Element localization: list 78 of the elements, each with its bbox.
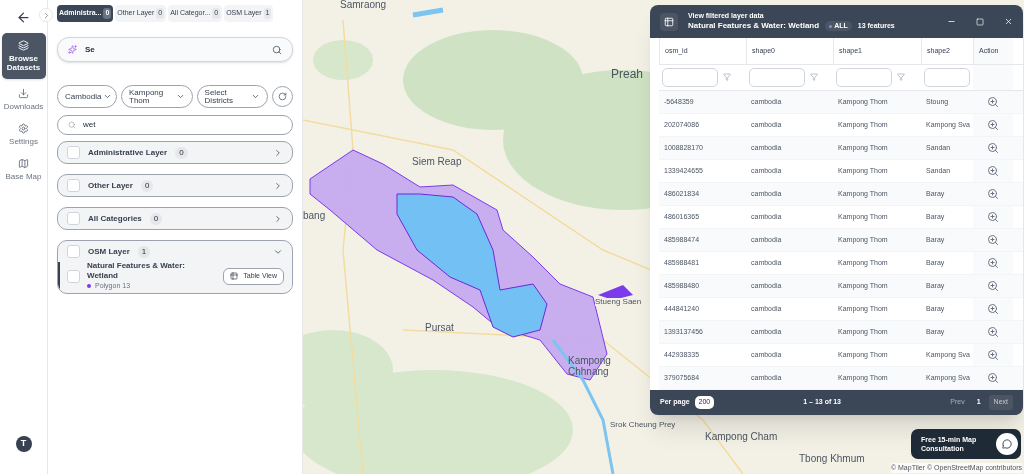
chat-button[interactable] xyxy=(996,433,1018,455)
count-badge: 1 xyxy=(137,245,151,258)
count-badge: 0 xyxy=(175,146,188,159)
layer-name: Natural Features & Water: Wetland xyxy=(87,260,186,281)
layer-group[interactable]: Administrative Layer 0 xyxy=(57,141,293,164)
group-label: Administrative Layer xyxy=(88,146,168,159)
search-field[interactable]: Se xyxy=(57,37,293,62)
place-label: Kampong Cham xyxy=(705,432,778,442)
checkbox[interactable] xyxy=(67,146,80,159)
close-icon[interactable] xyxy=(1004,17,1013,26)
chevron-icon[interactable] xyxy=(273,147,283,158)
expand-button[interactable] xyxy=(39,8,53,22)
refresh-icon xyxy=(278,92,288,101)
back-arrow-icon[interactable] xyxy=(16,10,31,25)
zoom-in-icon[interactable] xyxy=(987,372,999,384)
rail-label: Downloads xyxy=(3,102,44,111)
place-label: Srok Cheung Prey xyxy=(610,421,676,429)
group-label: All Categories xyxy=(88,212,142,225)
checkbox[interactable] xyxy=(67,179,80,192)
zoom-in-icon[interactable] xyxy=(987,165,999,177)
chevron-icon xyxy=(175,92,185,101)
place-label: Kampong xyxy=(568,356,611,366)
chevron-icon[interactable] xyxy=(273,180,283,191)
place-label: Chhnang xyxy=(568,367,609,377)
filter-input[interactable] xyxy=(924,67,970,87)
zoom-in-icon[interactable] xyxy=(987,96,999,108)
zoom-in-icon[interactable] xyxy=(987,119,999,131)
place-label: Tbong Khmum xyxy=(799,454,865,464)
place-label: bang xyxy=(303,211,326,221)
filter-input[interactable] xyxy=(836,67,892,87)
maximize-icon[interactable] xyxy=(976,17,984,26)
rail-item[interactable]: Browse Datasets xyxy=(1,33,46,79)
table-icon xyxy=(230,272,239,280)
place-label: Siem Reap xyxy=(412,157,462,167)
zoom-in-icon[interactable] xyxy=(987,349,999,361)
avatar[interactable]: T xyxy=(15,436,32,452)
count-badge: 0 xyxy=(149,212,163,225)
table-icon xyxy=(664,16,674,27)
zoom-in-icon[interactable] xyxy=(987,234,999,246)
rail-label: Browse Datasets xyxy=(5,54,42,72)
group-label: OSM Layer xyxy=(88,245,130,258)
sparkle-icon xyxy=(68,45,77,54)
checkbox[interactable] xyxy=(67,245,80,258)
rail-label: Settings xyxy=(9,137,38,146)
layer-group[interactable]: All Categories 0 xyxy=(57,207,293,230)
checkbox[interactable] xyxy=(67,212,80,225)
checkbox[interactable] xyxy=(67,269,80,283)
count-badge: 0 xyxy=(140,179,154,192)
chevron-icon[interactable] xyxy=(273,213,283,224)
search-icon xyxy=(272,44,282,55)
filter-input[interactable] xyxy=(749,67,805,87)
zoom-in-icon[interactable] xyxy=(987,142,999,154)
chevron-icon xyxy=(103,92,113,101)
rail-item[interactable]: Base Map xyxy=(1,155,46,184)
zoom-in-icon[interactable] xyxy=(987,326,999,338)
group-label: Other Layer xyxy=(88,179,133,192)
rail-item[interactable]: Downloads xyxy=(1,85,46,114)
rail-item[interactable]: Settings xyxy=(1,120,46,149)
gear-icon xyxy=(18,123,29,134)
search-icon xyxy=(68,121,76,129)
zoom-in-icon[interactable] xyxy=(987,257,999,269)
download-icon xyxy=(18,88,29,99)
place-label: Stueng Saen xyxy=(595,298,642,306)
map-icon xyxy=(18,158,29,169)
chevron-icon xyxy=(251,92,261,101)
zoom-in-icon[interactable] xyxy=(987,280,999,292)
layer-group[interactable]: Other Layer 0 xyxy=(57,174,293,197)
window-title: Natural Features & Water: Wetland xyxy=(688,20,820,32)
rail-label: Base Map xyxy=(5,172,42,181)
chat-icon xyxy=(1002,439,1012,449)
place-label: Samraong xyxy=(340,0,387,10)
zoom-in-icon[interactable] xyxy=(987,303,999,315)
place-label: Preah xyxy=(611,68,644,80)
place-label: Pursat xyxy=(425,323,454,333)
zoom-in-icon[interactable] xyxy=(987,211,999,223)
filter-input[interactable] xyxy=(662,67,718,87)
zoom-in-icon[interactable] xyxy=(987,188,999,200)
layers-icon xyxy=(18,40,29,51)
